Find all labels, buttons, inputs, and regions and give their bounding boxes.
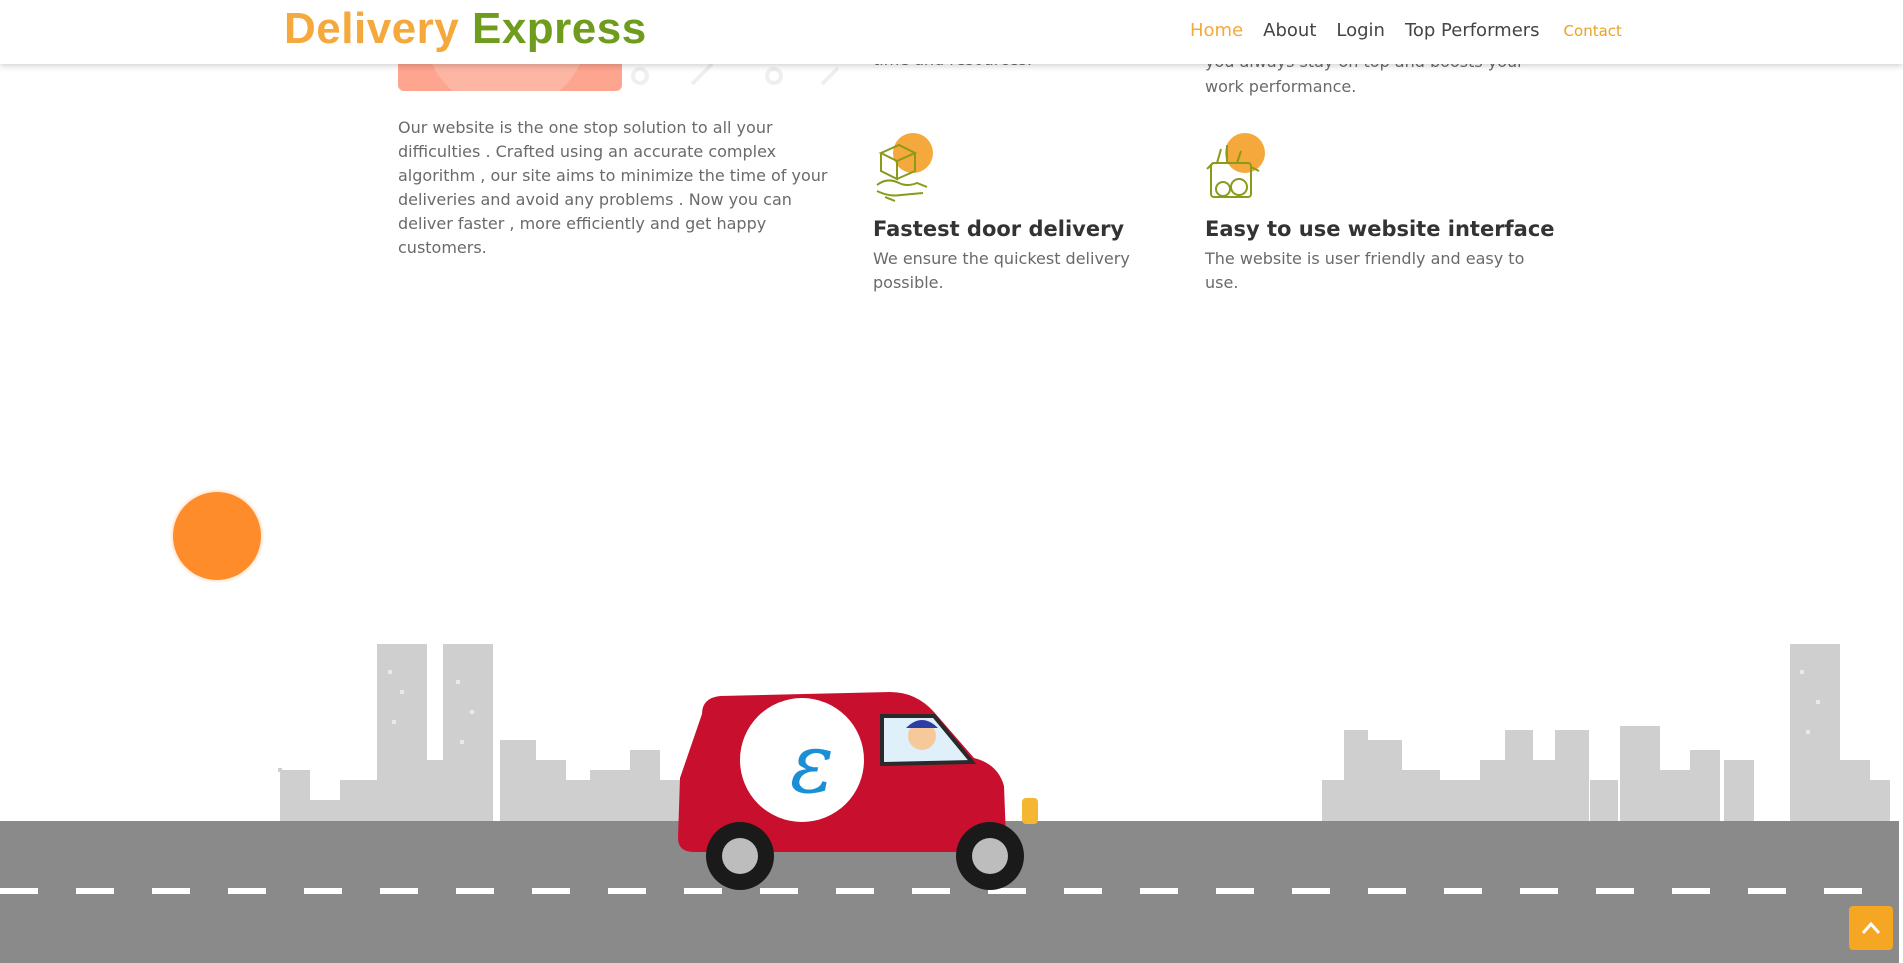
delivery-van-icon: ε — [678, 692, 1038, 890]
grocery-bag-icon — [1205, 133, 1269, 205]
orange-ball-decoration — [173, 492, 261, 580]
chevron-up-icon — [1861, 921, 1881, 934]
intro-paragraph: Our website is the one stop solution to … — [398, 118, 828, 257]
box-hand-icon — [873, 133, 937, 205]
svg-text:ε: ε — [790, 717, 834, 812]
right-fragment-line2: work performance. — [1205, 77, 1357, 96]
brand-word-express: Express — [471, 4, 647, 53]
brand-logo[interactable]: Delivery Express — [284, 4, 647, 54]
feature-text: We ensure the quickest delivery possible… — [873, 249, 1130, 292]
nav-login-link[interactable]: Login — [1336, 20, 1385, 41]
main-nav: Home About Login Top Performers Contact — [1190, 20, 1622, 41]
feature-fastest-delivery: Fastest door delivery We ensure the quic… — [873, 133, 1193, 295]
navbar: Delivery Express Home About Login Top Pe… — [0, 0, 1903, 64]
feature-text: The website is user friendly and easy to… — [1205, 249, 1525, 292]
nav-home-link[interactable]: Home — [1190, 20, 1243, 41]
feature-easy-interface: Easy to use website interface The websit… — [1205, 133, 1555, 295]
feature-title: Easy to use website interface — [1205, 217, 1555, 241]
nav-about-link[interactable]: About — [1263, 20, 1316, 41]
scroll-to-top-button[interactable] — [1849, 906, 1893, 950]
nav-contact-link[interactable]: Contact — [1564, 22, 1622, 40]
feature-title: Fastest door delivery — [873, 217, 1125, 241]
brand-word-delivery: Delivery — [284, 4, 460, 53]
city-road-scene: ε — [0, 630, 1903, 963]
nav-top-performers-link[interactable]: Top Performers — [1405, 20, 1540, 41]
